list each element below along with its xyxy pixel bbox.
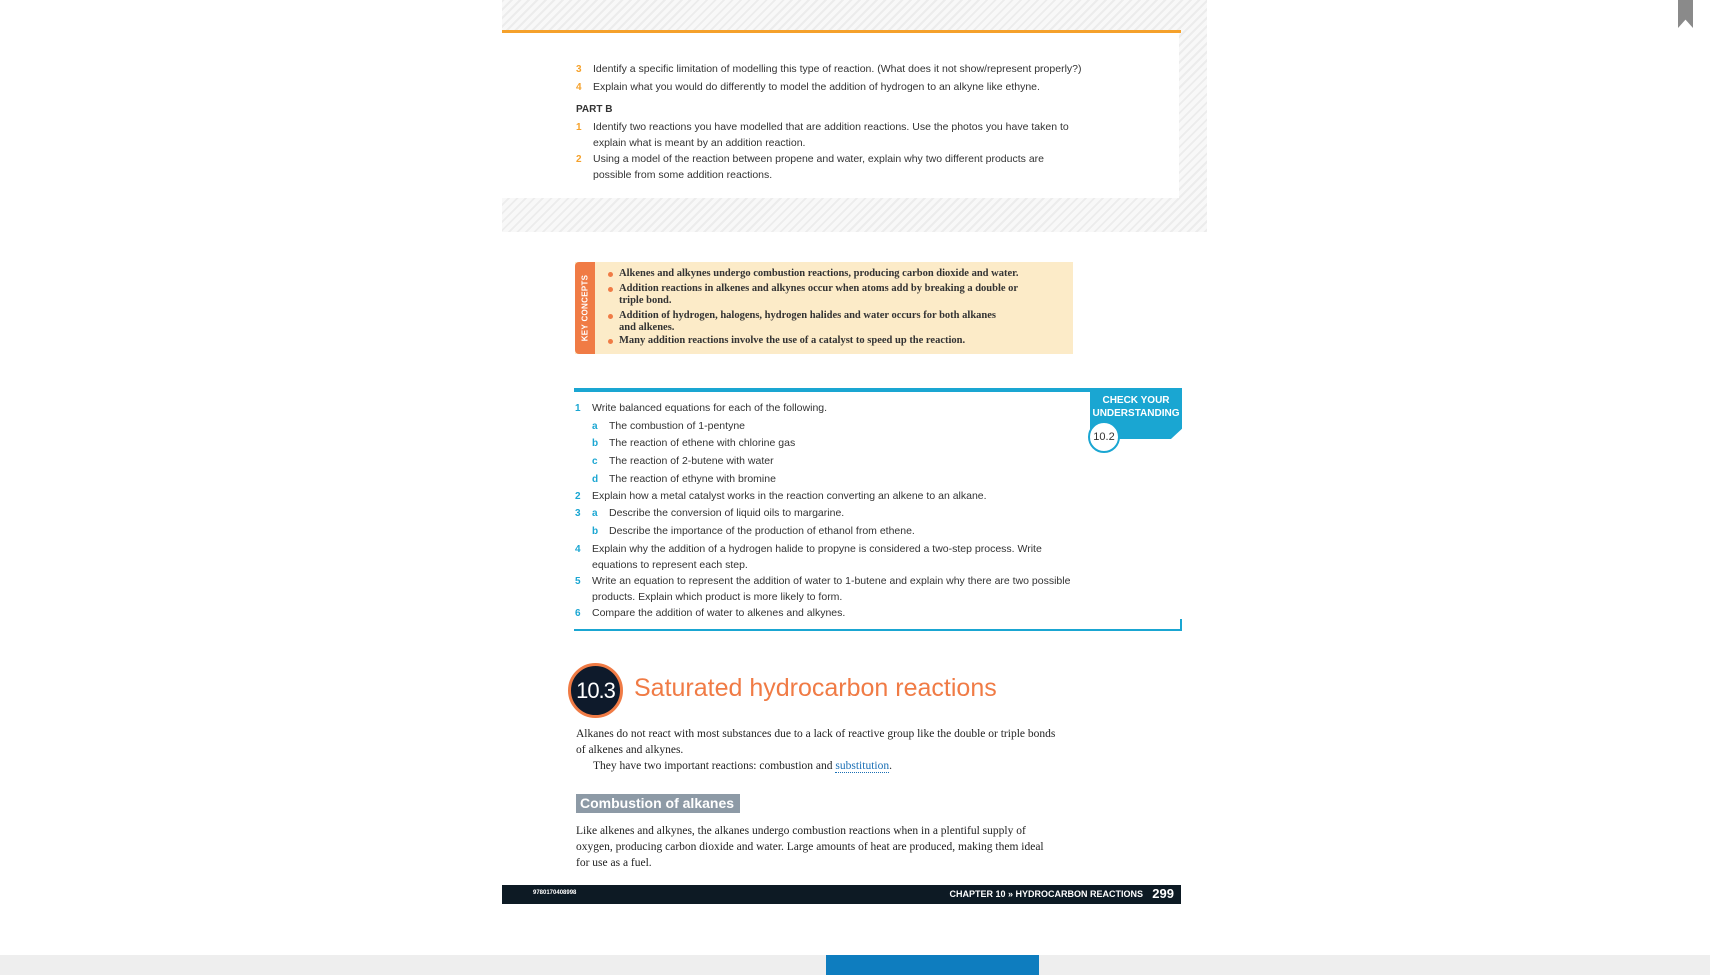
question-number: 3 [576,64,582,75]
bookmark-icon[interactable] [1678,0,1693,28]
substitution-glossary-link[interactable]: substitution [835,760,890,773]
page-footer: 9780170408998 CHAPTER 10 » HYDROCARBON R… [502,885,1181,904]
question-number: 1 [576,122,582,133]
question-text: Identify two reactions you have modelled… [593,121,1069,133]
document-page: 3 Identify a specific limitation of mode… [502,0,1211,905]
body-paragraph: Like alkenes and alkynes, the alkanes un… [576,825,1026,837]
body-paragraph: oxygen, producing carbon dioxide and wat… [576,841,1044,853]
key-concepts-label: KEY CONCEPTS [580,274,590,342]
body-paragraph: for use as a fuel. [576,857,652,869]
check-understanding-bottom-rule [574,629,1182,631]
key-concepts-tab: KEY CONCEPTS [575,262,595,354]
bullet-icon [608,339,613,344]
isbn: 9780170408998 [533,890,577,896]
section-number-badge: 10.3 [568,663,623,718]
question-text: explain what is meant by an addition rea… [593,136,806,149]
question-number: 4 [576,82,582,93]
question-text: Identify a specific limitation of modell… [593,63,1082,75]
chapter-label: CHAPTER 10 » HYDROCARBON REACTIONS [949,889,1143,899]
bullet-icon [608,272,613,277]
question-text: Using a model of the reaction between pr… [593,153,1044,165]
check-understanding-title: CHECK YOUR UNDERSTANDING [1092,395,1180,419]
question-text: Explain what you would do differently to… [593,81,1040,93]
key-concept-item: Addition of hydrogen, halogens, hydrogen… [619,310,996,321]
key-concept-item: Addition reactions in alkenes and alkyne… [619,283,1019,294]
page-scrollbar-thumb[interactable] [826,955,1039,975]
page-number: 299 [1152,886,1174,901]
key-concept-item: Alkenes and alkynes undergo combustion r… [619,268,1019,279]
question-number: 2 [576,154,582,165]
check-understanding-section-badge: 10.2 [1088,421,1120,453]
intro-paragraph: of alkenes and alkynes. [576,744,684,756]
part-b-heading: PART B [576,104,613,115]
bullet-icon [608,287,613,292]
bullet-icon [608,314,613,319]
check-understanding-corner [1180,619,1182,631]
intro-paragraph: They have two important reactions: combu… [593,760,892,773]
key-concept-item: and alkenes. [619,322,675,333]
activity-divider [502,30,1181,33]
key-concept-item: Many addition reactions involve the use … [619,335,966,346]
intro-paragraph: Alkanes do not react with most substance… [576,728,1056,740]
section-title: Saturated hydrocarbon reactions [634,674,997,702]
key-concepts-box: KEY CONCEPTS Alkenes and alkynes undergo… [575,262,1073,354]
key-concept-item: triple bond. [619,295,672,306]
question-text: possible from some addition reactions. [593,168,773,181]
subheading: Combustion of alkanes [576,794,741,813]
